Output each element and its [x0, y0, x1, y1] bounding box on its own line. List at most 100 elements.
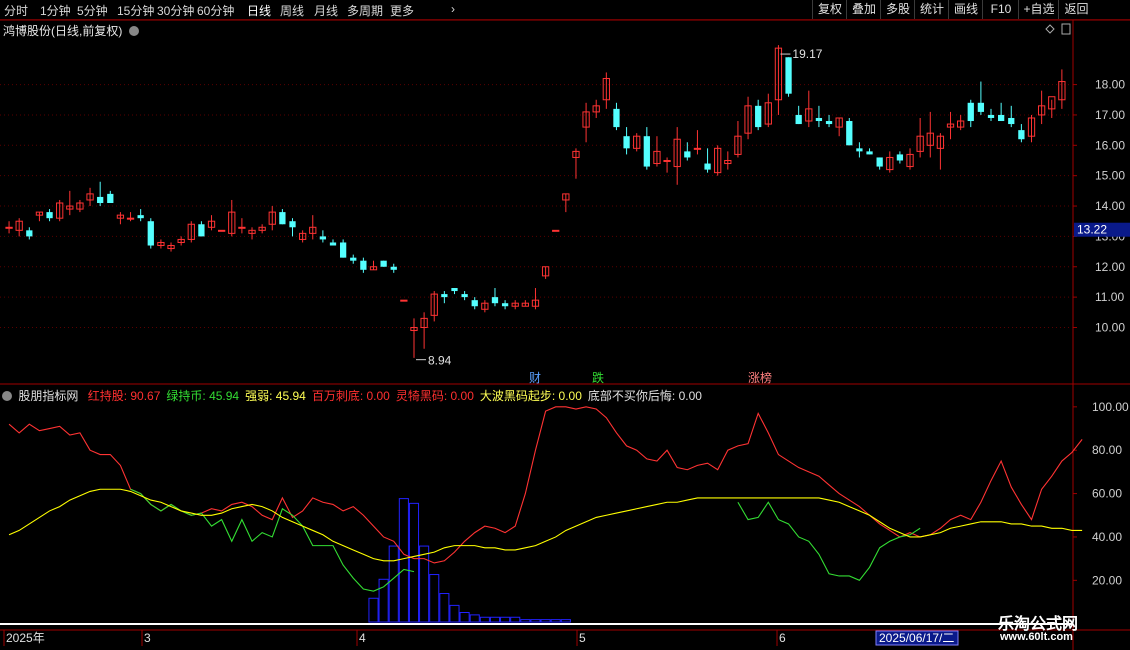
low-label: 8.94 — [428, 354, 452, 368]
candle-body — [441, 294, 448, 298]
candle-body — [501, 303, 509, 307]
y-tick-label: 20.00 — [1092, 573, 1122, 587]
indicator-bar — [388, 545, 399, 623]
candle-body — [350, 257, 357, 261]
candle-body — [491, 297, 499, 304]
candle-body — [552, 229, 560, 232]
candle-body — [643, 136, 650, 167]
candle-body — [846, 121, 853, 146]
y-tick-label: 14.00 — [1095, 199, 1125, 213]
candle-body — [451, 288, 458, 292]
indicator-bar — [479, 616, 490, 623]
candle-body — [329, 242, 337, 246]
series-line-green — [130, 488, 415, 592]
candle-body — [663, 159, 671, 162]
series-line-yellow — [8, 488, 1083, 562]
y-tick-label: 17.00 — [1095, 108, 1125, 122]
indicator-bar — [439, 593, 450, 623]
y-tick-label: 60.00 — [1092, 487, 1122, 501]
indicator-bar — [560, 619, 571, 623]
candle-body — [279, 212, 286, 225]
indicator-bar — [398, 498, 409, 623]
candle-body — [218, 229, 226, 232]
price-tag-label: 13.22 — [1077, 223, 1107, 237]
candle-body — [693, 147, 702, 150]
candle-body — [623, 136, 630, 149]
candle-body — [319, 236, 327, 240]
candle-body — [825, 121, 833, 125]
candle-body — [876, 157, 883, 167]
candle-body — [390, 266, 397, 270]
candle-body — [987, 114, 995, 118]
indicator-bar — [419, 545, 430, 623]
indicator-bar — [469, 614, 480, 623]
date-label: 5 — [579, 631, 586, 645]
y-tick-label: 80.00 — [1092, 443, 1122, 457]
indicator-bar — [489, 616, 501, 623]
indicator-bar — [530, 619, 541, 623]
candle-body — [380, 260, 387, 267]
candle-body — [46, 212, 53, 219]
candle-body — [704, 163, 711, 170]
indicator-bar — [459, 612, 470, 623]
candle-body — [360, 260, 367, 270]
candle-body — [613, 108, 620, 128]
event-marker: 财 — [529, 371, 541, 385]
candle-body — [967, 102, 974, 122]
indicator-bar — [429, 574, 440, 623]
date-label: 6 — [779, 631, 786, 645]
indicator-bar — [449, 604, 460, 623]
candle-body — [126, 217, 135, 220]
y-tick-label: 12.00 — [1095, 260, 1125, 274]
candle-body — [137, 215, 144, 219]
indicator-bar — [500, 616, 511, 623]
candle-body — [147, 221, 154, 246]
candle-body — [471, 300, 478, 307]
y-tick-label: 15.00 — [1095, 169, 1125, 183]
candle-body — [26, 230, 33, 237]
watermark-url: www.60lt.com — [1000, 631, 1073, 643]
event-marker: 涨榜 — [748, 370, 772, 385]
indicator-bar — [510, 616, 521, 623]
candle-body — [5, 226, 13, 229]
candle-body — [997, 114, 1005, 122]
candle-body — [238, 226, 246, 229]
candle-body — [755, 105, 762, 128]
candle-body — [856, 148, 863, 152]
candle-body — [977, 102, 985, 112]
date-label: 2025年 — [6, 631, 45, 645]
candle-body — [461, 294, 468, 298]
indicator-bar — [368, 597, 379, 623]
series-line-red — [8, 406, 1083, 564]
candle-body — [107, 193, 114, 203]
indicator-bar — [408, 502, 420, 623]
indicator-bar — [540, 619, 551, 623]
candle-body — [684, 151, 691, 158]
candle-body — [815, 117, 823, 122]
high-label: 19.17 — [792, 47, 822, 61]
y-tick-label: 100.00 — [1092, 400, 1129, 414]
candle-body — [785, 57, 792, 94]
candle-body — [1008, 117, 1015, 125]
candle-body — [400, 299, 408, 302]
candle-body — [795, 114, 802, 125]
cursor-date: 2025/06/17/二 — [879, 631, 954, 645]
series-line-green — [737, 501, 921, 581]
diamond-icon — [1045, 24, 1055, 34]
candle-body — [896, 154, 904, 161]
y-tick-label: 18.00 — [1095, 78, 1125, 92]
candle-body — [1018, 130, 1025, 140]
candle-body — [339, 242, 347, 258]
event-marker: 跌 — [592, 370, 604, 385]
date-label: 3 — [144, 631, 151, 645]
date-label: 4 — [359, 631, 366, 645]
candle-body — [866, 151, 873, 155]
indicator-bar — [378, 578, 389, 623]
candle-body — [198, 224, 205, 237]
y-tick-label: 16.00 — [1095, 138, 1125, 152]
candle-body — [97, 196, 104, 203]
indicator-bar — [550, 619, 561, 623]
y-tick-label: 40.00 — [1092, 530, 1122, 544]
kline-chart[interactable]: 10.0011.0012.0013.0014.0015.0016.0017.00… — [0, 0, 1130, 650]
candle-body — [289, 221, 296, 228]
